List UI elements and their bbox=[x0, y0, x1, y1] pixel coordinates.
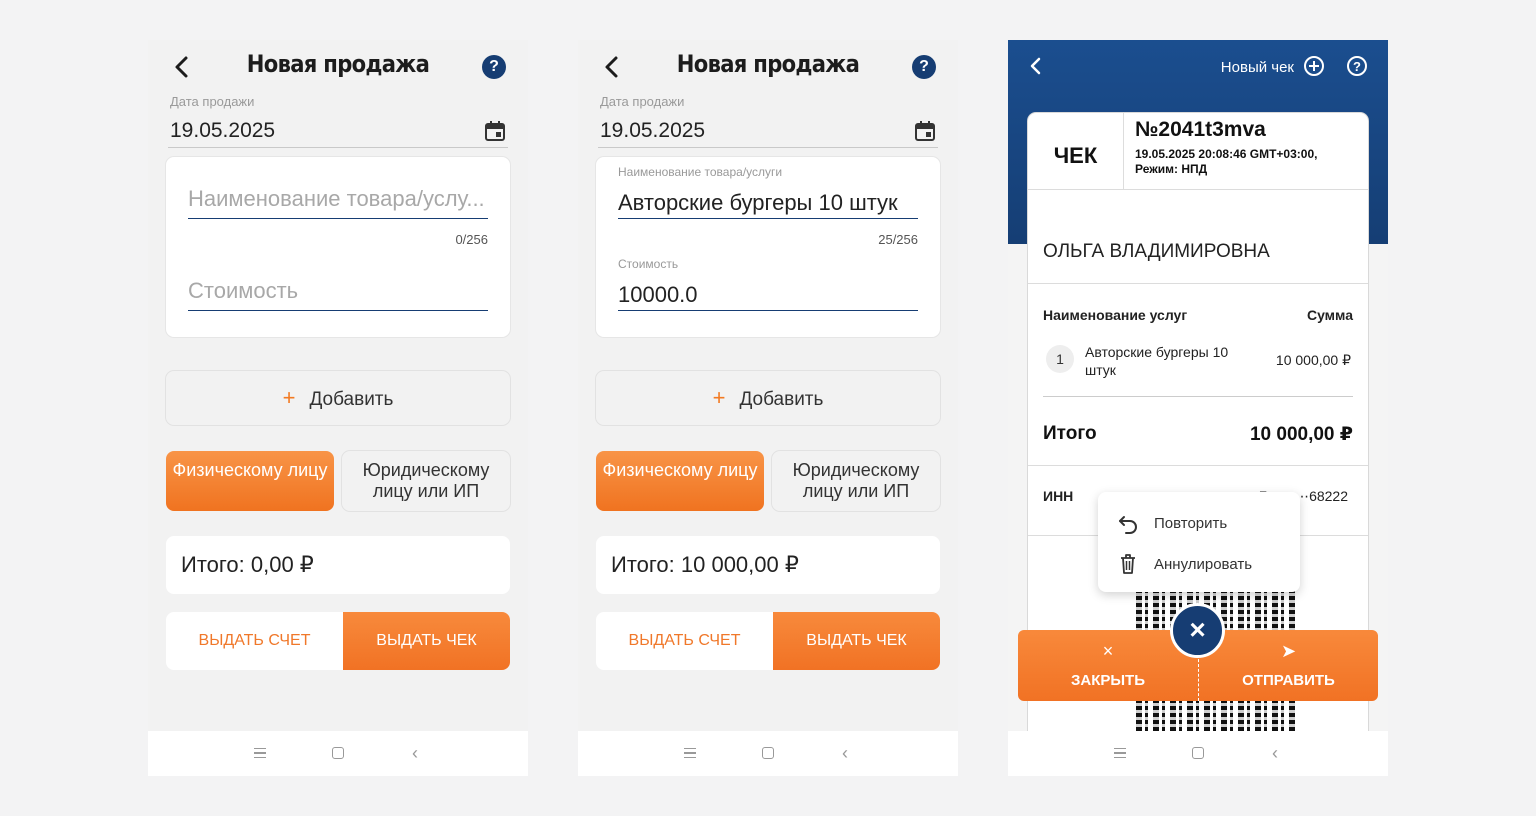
back-arrow-icon[interactable] bbox=[170, 53, 194, 81]
total-amount: Итого: 10 000,00 ₽ bbox=[596, 536, 940, 594]
services-header: Наименование услуг bbox=[1043, 307, 1188, 323]
issue-invoice-button[interactable]: ВЫДАТЬ СЧЕТ bbox=[596, 612, 773, 670]
item-name-underline bbox=[188, 218, 488, 219]
date-field[interactable]: 19.05.2025 bbox=[170, 119, 275, 143]
cost-underline bbox=[618, 310, 918, 311]
inn-label: ИНН bbox=[1043, 488, 1074, 504]
system-nav-bar: ‹ bbox=[1008, 731, 1388, 776]
recent-apps-icon[interactable] bbox=[684, 748, 696, 758]
item-name-input[interactable]: Наименование товара/услу... bbox=[188, 186, 488, 212]
item-card: Наименование товара/услу... 0/256 Стоимо… bbox=[166, 157, 510, 337]
issue-invoice-button[interactable]: ВЫДАТЬ СЧЕТ bbox=[166, 612, 343, 670]
divider bbox=[1043, 396, 1353, 397]
item-index-badge: 1 bbox=[1046, 345, 1074, 373]
recent-apps-icon[interactable] bbox=[254, 748, 266, 758]
item-name-underline bbox=[618, 218, 918, 219]
add-circle-icon[interactable] bbox=[1304, 56, 1324, 76]
calendar-icon[interactable] bbox=[484, 120, 506, 142]
item-price: 10 000,00 ₽ bbox=[1275, 352, 1351, 368]
send-label: ОТПРАВИТЬ bbox=[1242, 672, 1335, 689]
cost-input[interactable]: Стоимость bbox=[188, 278, 488, 304]
issue-receipt-button[interactable]: ВЫДАТЬ ЧЕК bbox=[343, 612, 510, 670]
seg-company[interactable]: Юридическому лицу или ИП bbox=[342, 451, 510, 511]
header: Новая продажа ? bbox=[148, 40, 528, 96]
new-receipt-link[interactable]: Новый чек bbox=[1221, 59, 1294, 76]
dismiss-fab-icon[interactable]: × bbox=[1170, 603, 1225, 658]
plus-icon: + bbox=[282, 385, 296, 410]
action-buttons: ВЫДАТЬ СЧЕТ ВЫДАТЬ ЧЕК bbox=[166, 612, 510, 670]
seg-company[interactable]: Юридическому лицу или ИП bbox=[772, 451, 940, 511]
add-item-button[interactable]: + Добавить bbox=[596, 371, 940, 425]
plus-icon: + bbox=[712, 385, 726, 410]
home-icon[interactable] bbox=[1192, 747, 1204, 759]
page-title: Новая продажа bbox=[246, 50, 430, 78]
context-menu: Повторить Аннулировать bbox=[1098, 492, 1300, 592]
item-card: Наименование товара/услуги Авторские бур… bbox=[596, 157, 940, 337]
date-underline bbox=[168, 147, 508, 148]
date-underline bbox=[598, 147, 938, 148]
help-icon[interactable]: ? bbox=[1347, 56, 1367, 76]
divider bbox=[1028, 283, 1368, 284]
add-item-label: Добавить bbox=[309, 389, 394, 410]
date-field[interactable]: 19.05.2025 bbox=[600, 119, 705, 143]
action-buttons: ВЫДАТЬ СЧЕТ ВЫДАТЬ ЧЕК bbox=[596, 612, 940, 670]
add-item-button[interactable]: + Добавить bbox=[166, 371, 510, 425]
header: Новая продажа ? bbox=[578, 40, 958, 96]
repeat-icon bbox=[1119, 516, 1137, 534]
new-sale-screen-empty: Новая продажа ? Дата продажи 19.05.2025 … bbox=[148, 40, 528, 776]
send-icon: ➤ bbox=[1280, 641, 1297, 661]
item-name-input[interactable]: Авторские бургеры 10 штук bbox=[618, 190, 898, 216]
nav-back-icon[interactable]: ‹ bbox=[842, 744, 848, 762]
seg-individual[interactable]: Физическому лицу bbox=[596, 451, 764, 511]
page-title: Новая продажа bbox=[676, 50, 860, 78]
divider bbox=[1028, 189, 1368, 190]
name-char-counter: 0/256 bbox=[455, 232, 488, 247]
calendar-icon[interactable] bbox=[914, 120, 936, 142]
system-nav-bar: ‹ bbox=[148, 731, 528, 776]
total-amount: Итого: 0,00 ₽ bbox=[166, 536, 510, 594]
back-arrow-icon[interactable] bbox=[1026, 54, 1044, 78]
item-name: Авторские бургеры 10 штук bbox=[1085, 344, 1229, 378]
cost-underline bbox=[188, 310, 488, 311]
cost-input[interactable]: 10000.0 bbox=[618, 282, 698, 308]
recent-apps-icon[interactable] bbox=[1114, 748, 1126, 758]
receipt-title: ЧЕК bbox=[1028, 113, 1124, 189]
date-label: Дата продажи bbox=[170, 94, 255, 109]
name-char-counter: 25/256 bbox=[878, 232, 918, 247]
receipt-datetime: 19.05.2025 20:08:46 GMT+03:00, Режим: НП… bbox=[1135, 147, 1318, 176]
nav-back-icon[interactable]: ‹ bbox=[412, 744, 418, 762]
system-nav-bar: ‹ bbox=[578, 731, 958, 776]
menu-item-repeat-label: Повторить bbox=[1154, 515, 1228, 532]
new-sale-screen-filled: Новая продажа ? Дата продажи 19.05.2025 … bbox=[578, 40, 958, 776]
buyer-name: ОЛЬГА ВЛАДИМИРОВНА bbox=[1043, 241, 1270, 262]
receipt-screen: Новый чек ? ЧЕК №2041t3mva 19.05.2025 20… bbox=[1008, 40, 1388, 776]
total-label: Итого bbox=[1043, 423, 1097, 444]
issue-receipt-button[interactable]: ВЫДАТЬ ЧЕК bbox=[773, 612, 940, 670]
total-value: 10 000,00 ₽ bbox=[1249, 424, 1353, 445]
help-icon[interactable]: ? bbox=[912, 55, 936, 79]
cost-label: Стоимость bbox=[618, 257, 679, 271]
seg-individual[interactable]: Физическому лицу bbox=[166, 451, 334, 511]
close-label: ЗАКРЫТЬ bbox=[1070, 672, 1146, 689]
help-icon[interactable]: ? bbox=[482, 55, 506, 79]
home-icon[interactable] bbox=[762, 747, 774, 759]
home-icon[interactable] bbox=[332, 747, 344, 759]
add-item-label: Добавить bbox=[739, 389, 824, 410]
send-button[interactable]: ➤ ОТПРАВИТЬ bbox=[1198, 630, 1378, 701]
divider bbox=[1028, 465, 1368, 466]
sum-header: Сумма bbox=[1306, 307, 1353, 323]
back-arrow-icon[interactable] bbox=[600, 53, 624, 81]
receipt-number: №2041t3mva bbox=[1135, 118, 1266, 141]
close-icon: × bbox=[1102, 641, 1114, 661]
date-label: Дата продажи bbox=[600, 94, 685, 109]
item-name-label: Наименование товара/услуги bbox=[618, 165, 783, 179]
trash-icon bbox=[1121, 554, 1135, 574]
menu-item-cancel-label: Аннулировать bbox=[1154, 556, 1253, 573]
nav-back-icon[interactable]: ‹ bbox=[1272, 744, 1278, 762]
